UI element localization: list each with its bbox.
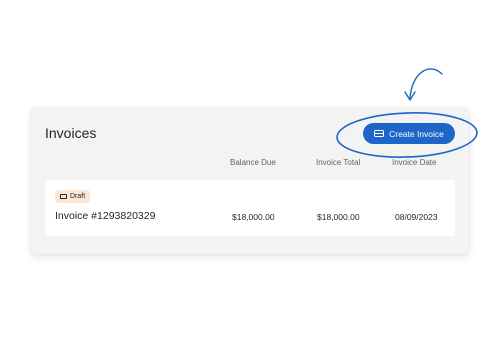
column-header-invoice-total: Invoice Total <box>316 158 361 167</box>
page-title: Invoices <box>45 125 97 141</box>
invoice-name[interactable]: Invoice #1293820329 <box>55 210 155 222</box>
column-header-balance-due: Balance Due <box>230 158 276 167</box>
curved-arrow-icon <box>404 68 443 101</box>
column-header-invoice-date: Invoice Date <box>392 158 437 167</box>
create-invoice-button[interactable]: Create Invoice <box>363 123 455 144</box>
balance-due-cell: $18,000.00 <box>232 212 275 222</box>
invoice-date-cell: 08/09/2023 <box>395 212 438 222</box>
invoices-card: Invoices Create Invoice Balance Due Invo… <box>31 108 469 254</box>
table-row[interactable]: Draft Invoice #1293820329 $18,000.00 $18… <box>45 180 455 236</box>
credit-card-icon <box>60 194 67 199</box>
credit-card-icon <box>374 130 385 137</box>
status-badge: Draft <box>55 190 91 203</box>
create-invoice-label: Create Invoice <box>389 128 444 139</box>
invoice-total-cell: $18,000.00 <box>317 212 360 222</box>
status-badge-label: Draft <box>70 193 86 200</box>
